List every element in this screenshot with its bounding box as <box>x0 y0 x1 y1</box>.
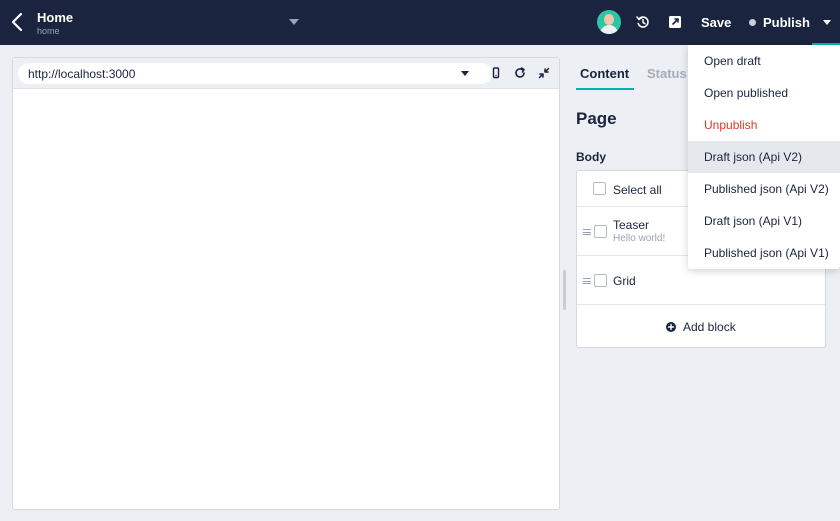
body-field-label: Body <box>576 150 606 164</box>
select-all-checkbox[interactable] <box>593 182 606 195</box>
preview-url-input[interactable] <box>18 63 492 84</box>
top-bar: Home home Save Publish <box>0 0 840 45</box>
block-checkbox[interactable] <box>594 225 607 238</box>
mobile-icon[interactable] <box>489 66 503 80</box>
block-label: Teaser <box>613 218 650 232</box>
active-tab-indicator <box>576 88 634 90</box>
chevron-down-icon[interactable] <box>289 19 299 25</box>
block-subtitle: Hello world! <box>613 233 666 244</box>
external-link-icon[interactable] <box>667 14 683 30</box>
plus-circle-icon <box>666 322 676 332</box>
add-block-label: Add block <box>683 320 736 334</box>
tab-status[interactable]: Status <box>647 66 687 81</box>
menu-item-draft-json-v1[interactable]: Draft json (Api V1) <box>688 205 840 237</box>
page-title: Page <box>576 109 617 128</box>
avatar[interactable] <box>597 10 621 34</box>
preview-toolbar <box>13 58 559 89</box>
block-checkbox[interactable] <box>594 274 607 287</box>
menu-item-published-json-v1[interactable]: Published json (Api V1) <box>688 237 840 269</box>
history-icon[interactable] <box>635 14 651 30</box>
pane-resize-handle[interactable] <box>563 270 566 310</box>
menu-item-open-published[interactable]: Open published <box>688 77 840 109</box>
menu-item-open-draft[interactable]: Open draft <box>688 45 840 77</box>
story-title: Home <box>37 10 74 25</box>
status-dot <box>749 19 756 26</box>
publish-menu-toggle[interactable] <box>812 0 840 45</box>
back-arrow-icon[interactable] <box>10 12 26 32</box>
menu-item-unpublish[interactable]: Unpublish <box>688 109 840 141</box>
preview-pane <box>12 57 560 510</box>
save-button[interactable]: Save <box>701 15 731 30</box>
drag-handle-icon[interactable] <box>583 229 591 235</box>
drag-handle-icon[interactable] <box>583 278 591 284</box>
tab-content[interactable]: Content <box>580 66 629 81</box>
reload-icon[interactable] <box>513 66 527 80</box>
publish-dropdown-menu: Open draft Open published Unpublish Draf… <box>688 45 840 269</box>
publish-button[interactable]: Publish <box>749 15 810 30</box>
publish-label: Publish <box>763 15 810 30</box>
add-block-button[interactable]: Add block <box>666 320 736 334</box>
collapse-icon[interactable] <box>537 66 551 80</box>
menu-item-draft-json-v2[interactable]: Draft json (Api V2) <box>688 141 840 173</box>
add-block-row: Add block <box>577 305 825 348</box>
chevron-down-icon[interactable] <box>461 71 469 76</box>
menu-item-published-json-v2[interactable]: Published json (Api V2) <box>688 173 840 205</box>
select-all-label: Select all <box>613 183 662 197</box>
story-slug: home <box>37 26 60 36</box>
block-label: Grid <box>613 274 636 288</box>
chevron-down-icon <box>823 20 831 25</box>
